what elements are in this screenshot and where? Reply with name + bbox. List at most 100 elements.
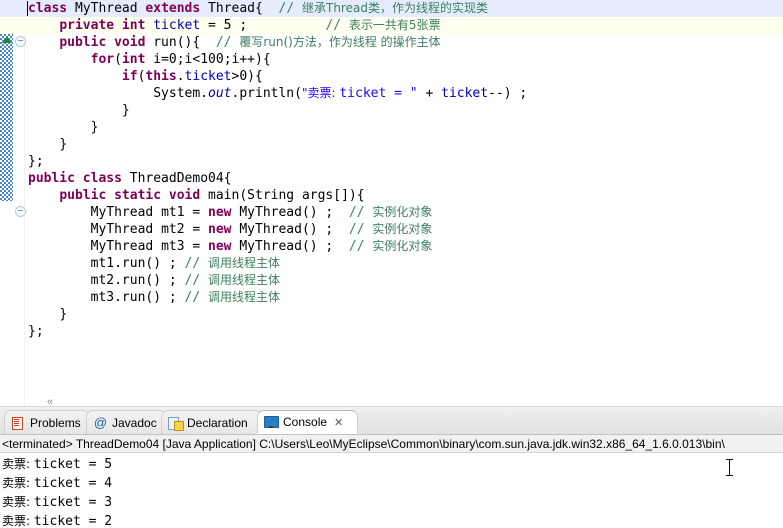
code-token: class	[28, 1, 75, 16]
code-token: 实例化对象	[372, 239, 433, 253]
tab-label: Declaration	[187, 415, 248, 430]
code-token: }	[59, 307, 68, 322]
mouse-ibeam-cursor	[726, 459, 733, 476]
panel-tab-bar[interactable]: Problems @ Javadoc Declaration Console ✕	[0, 407, 783, 435]
code-line[interactable]: }	[0, 306, 783, 323]
code-token: MyThread() ;	[239, 222, 349, 237]
code-token: mt3.run() ;	[90, 290, 185, 305]
console-output-text: ticket = 5	[33, 457, 113, 472]
code-token: 表示一共有5张票	[348, 18, 441, 32]
code-line[interactable]: }	[0, 136, 783, 153]
code-token: ticket	[441, 86, 489, 101]
code-token: ThreadDemo04{	[129, 171, 232, 186]
code-token: MyThread() ;	[239, 239, 349, 254]
code-line[interactable]: };	[0, 153, 783, 170]
console-output-line: 卖票: ticket = 2	[2, 512, 783, 528]
console-output-label: 卖票:	[2, 476, 34, 490]
console-output-text: ticket = 4	[33, 476, 113, 491]
close-icon[interactable]: ✕	[334, 416, 343, 429]
tab-javadoc[interactable]: @ Javadoc	[86, 410, 166, 434]
code-token: this	[145, 69, 177, 84]
code-editor[interactable]: class MyThread extends Thread{ // 继承Thre…	[0, 0, 783, 406]
code-token: //	[278, 1, 302, 16]
code-token: "卖票:	[301, 86, 340, 100]
code-line[interactable]: public void run(){ // 覆写run()方法，作为线程 的操作…	[0, 34, 783, 51]
tab-label: Javadoc	[112, 415, 157, 430]
console-output-label: 卖票:	[2, 495, 34, 509]
code-token: new	[208, 222, 240, 237]
code-token: //	[215, 35, 240, 50]
code-token: out	[208, 86, 232, 101]
code-line[interactable]: for(int i=0;i<100;i++){	[0, 51, 783, 68]
text-caret	[27, 1, 28, 16]
code-token: public static void	[59, 188, 209, 203]
code-line[interactable]: mt2.run() ; // 调用线程主体	[0, 272, 783, 289]
code-token: int	[121, 52, 154, 67]
code-token: MyThread mt3 =	[90, 239, 209, 254]
code-line[interactable]: }	[0, 119, 783, 136]
code-line[interactable]: private int ticket = 5 ; // 表示一共有5张票	[0, 17, 783, 34]
console-output: 卖票: ticket = 5 卖票: ticket = 4 卖票: ticket =…	[2, 455, 783, 528]
code-token: >0){	[231, 69, 263, 84]
code-line[interactable]: public class ThreadDemo04{	[0, 170, 783, 187]
console-output-line: 卖票: ticket = 4	[2, 474, 783, 493]
code-line[interactable]: MyThread mt1 = new MyThread() ; // 实例化对象	[0, 204, 783, 221]
code-token: .	[176, 69, 185, 84]
javadoc-at-icon: @	[93, 415, 108, 430]
code-token: MyThread	[74, 1, 146, 16]
tab-label: Problems	[30, 415, 81, 430]
tab-label: Console	[283, 415, 328, 429]
code-token: 继承Thread类，作为线程的实现类	[301, 1, 488, 15]
code-token: }	[90, 120, 99, 135]
code-token: 实例化对象	[372, 222, 433, 236]
code-token: }	[121, 103, 130, 118]
code-line[interactable]: MyThread mt2 = new MyThread() ; // 实例化对象	[0, 221, 783, 238]
console-view[interactable]: <terminated> ThreadDemo04 [Java Applicat…	[0, 435, 783, 528]
code-token: mt2.run() ;	[90, 273, 185, 288]
console-output-line: 卖票: ticket = 3	[2, 493, 783, 512]
code-token: };	[28, 324, 44, 339]
code-token: ticket	[184, 69, 232, 84]
code-token: extends	[145, 1, 209, 16]
code-token: }	[59, 137, 68, 152]
tab-problems[interactable]: Problems	[4, 410, 90, 434]
code-line[interactable]: mt3.run() ; // 调用线程主体	[0, 289, 783, 306]
code-token: 调用线程主体	[208, 273, 281, 287]
console-output-text: ticket = 2	[33, 514, 113, 528]
console-output-text: ticket = 3	[33, 495, 113, 510]
code-line[interactable]: mt1.run() ; // 调用线程主体	[0, 255, 783, 272]
code-token: main(String args[]){	[208, 188, 365, 203]
eclipse-window: class MyThread extends Thread{ // 继承Thre…	[0, 0, 783, 528]
code-token: +	[417, 86, 442, 101]
code-token: 覆写run()方法，作为线程 的操作主体	[239, 35, 441, 49]
code-line[interactable]: }	[0, 102, 783, 119]
code-token: MyThread mt1 =	[90, 205, 209, 220]
code-line[interactable]: };	[0, 323, 783, 340]
code-text[interactable]: class MyThread extends Thread{ // 继承Thre…	[0, 0, 783, 406]
code-token: --) ;	[488, 86, 528, 101]
code-token: new	[208, 205, 240, 220]
code-token: run(){	[153, 35, 216, 50]
code-token: MyThread() ;	[239, 205, 349, 220]
code-line[interactable]: MyThread mt3 = new MyThread() ; // 实例化对象	[0, 238, 783, 255]
code-token: //	[325, 18, 349, 33]
code-token: mt1.run() ;	[90, 256, 185, 271]
code-token: MyThread mt2 =	[90, 222, 209, 237]
code-token: //	[348, 239, 373, 254]
code-token: 实例化对象	[372, 205, 433, 219]
code-token: for	[90, 52, 115, 67]
code-line[interactable]: System.out.println("卖票: ticket = " + tic…	[0, 85, 783, 102]
code-token: //	[184, 273, 209, 288]
tab-declaration[interactable]: Declaration	[161, 410, 262, 434]
code-line[interactable]: public static void main(String args[]){	[0, 187, 783, 204]
code-token: //	[184, 256, 209, 271]
code-line[interactable]: if(this.ticket>0){	[0, 68, 783, 85]
code-token: private int	[59, 18, 154, 33]
declaration-icon	[168, 416, 184, 431]
code-line[interactable]: class MyThread extends Thread{ // 继承Thre…	[0, 0, 783, 17]
console-icon	[264, 415, 279, 429]
code-token: (	[114, 52, 122, 67]
code-token: System.	[153, 86, 209, 101]
code-token: //	[348, 222, 373, 237]
tab-console[interactable]: Console ✕	[257, 410, 358, 434]
